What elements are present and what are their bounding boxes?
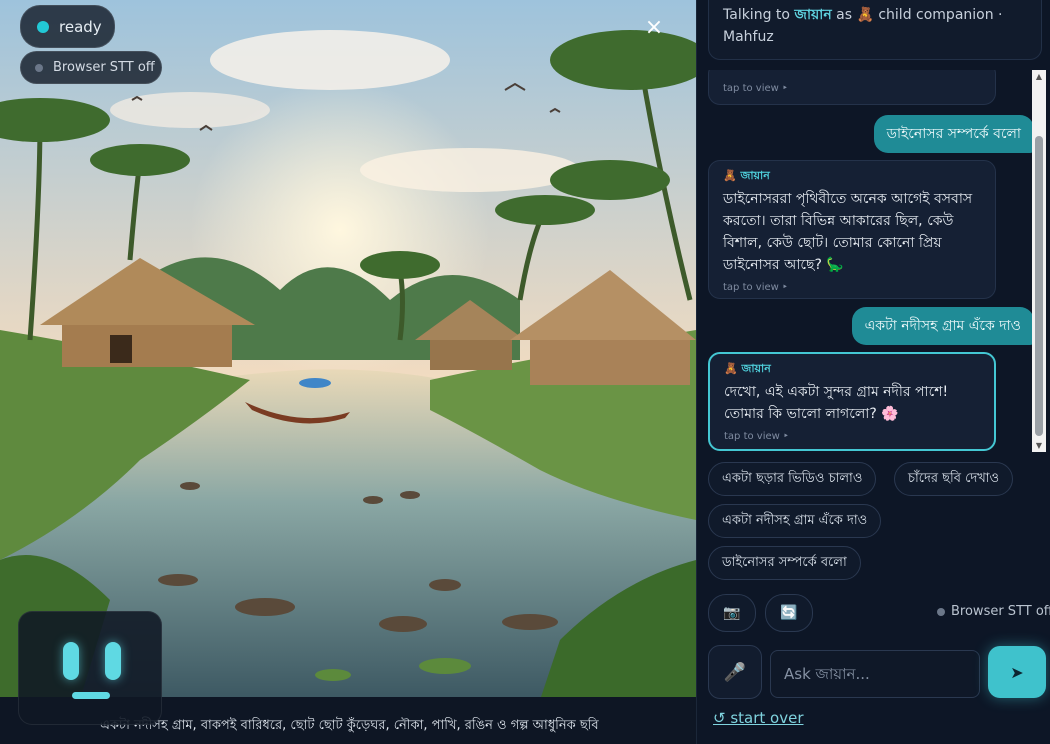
bot-message[interactable]: 🧸 জায়ান ডাইনোসররা পৃথিবীতে অনেক আগেই বস… <box>708 160 996 299</box>
switch-mode-button[interactable]: 🔄 <box>765 594 813 632</box>
companion-avatar <box>18 611 162 725</box>
chat-scrollbar[interactable]: ▲ ▼ <box>1032 70 1046 452</box>
stt-status-label: Browser STT off <box>951 604 1050 619</box>
stt-dot-icon <box>35 63 43 72</box>
tap-to-view-link[interactable]: tap to view ‣ <box>724 431 980 442</box>
tap-to-view-link[interactable]: tap to view ‣ <box>723 282 981 293</box>
send-icon: ➤ <box>1010 662 1024 682</box>
tap-to-view-link[interactable]: tap to view ‣ <box>723 83 981 94</box>
camera-button[interactable]: 📷 <box>708 594 756 632</box>
ask-input[interactable] <box>770 650 980 698</box>
bot-message[interactable]: tap to view ‣ <box>708 70 996 105</box>
scroll-thumb[interactable] <box>1035 136 1043 436</box>
talking-as: as <box>836 7 852 23</box>
image-caption: একটা নদীসহ গ্রাম, বাকপই বারিধরে, ছোট ছোট… <box>100 718 599 733</box>
bot-name-label: 🧸 জায়ান <box>724 362 771 375</box>
camera-icon: 📷 <box>723 605 741 621</box>
teddy-bear-icon: 🧸 <box>856 7 874 23</box>
send-button[interactable]: ➤ <box>988 646 1046 698</box>
ready-status-pill: ready <box>20 5 115 48</box>
suggestion-chip[interactable]: চাঁদের ছবি দেখাও <box>894 462 1014 496</box>
bot-name-label: 🧸 জায়ান <box>723 169 770 182</box>
bot-message-text: দেখো, এই একটা সুন্দর গ্রাম নদীর পাশে! তো… <box>724 384 949 422</box>
start-over-link[interactable]: ↺ start over <box>713 709 804 727</box>
bot-message-text: ডাইনোসররা পৃথিবীতে অনেক আগেই বসবাস করতো।… <box>723 191 973 273</box>
bot-message-active[interactable]: 🧸 জায়ান দেখো, এই একটা সুন্দর গ্রাম নদীর… <box>708 352 996 451</box>
scroll-up-icon[interactable]: ▲ <box>1034 72 1044 81</box>
ready-label: ready <box>59 17 102 36</box>
user-message: একটা নদীসহ গ্রাম এঁকে দাও <box>851 307 1034 345</box>
chat-messages[interactable]: tap to view ‣ ডাইনোসর সম্পর্কে বলো 🧸 জায… <box>708 70 1034 452</box>
stt-status-pill: Browser STT off <box>20 51 162 84</box>
talking-prefix: Talking to <box>723 7 790 23</box>
stt-label: Browser STT off <box>53 60 155 75</box>
close-image-icon[interactable]: × <box>640 14 668 42</box>
status-dot-icon <box>37 20 49 33</box>
avatar-mouth <box>72 692 110 699</box>
mic-icon: 🎤 <box>723 661 747 683</box>
avatar-right-eye <box>105 642 121 680</box>
chat-panel: Talking to জায়ান as 🧸 child companion ·… <box>696 0 1050 744</box>
switch-icon: 🔄 <box>780 605 798 621</box>
mic-button[interactable]: 🎤 <box>708 645 762 699</box>
scroll-down-icon[interactable]: ▼ <box>1034 441 1044 450</box>
avatar-left-eye <box>63 642 79 680</box>
stt-status-indicator: Browser STT off <box>937 604 1050 619</box>
stt-dot-icon <box>937 607 945 616</box>
talking-to-header: Talking to জায়ান as 🧸 child companion ·… <box>708 0 1042 60</box>
user-message: ডাইনোসর সম্পর্কে বলো <box>873 115 1034 153</box>
suggestion-chip[interactable]: ডাইনোসর সম্পর্কে বলো <box>708 546 861 580</box>
generated-image-view: একটা নদীসহ গ্রাম, বাকপই বারিধরে, ছোট ছোট… <box>0 0 696 744</box>
suggestion-chip[interactable]: একটা ছড়ার ভিডিও চালাও <box>708 462 877 496</box>
companion-name: জায়ান <box>794 7 832 23</box>
suggestion-chip[interactable]: একটা নদীসহ গ্রাম এঁকে দাও <box>708 504 882 538</box>
village-river-illustration <box>0 0 696 700</box>
